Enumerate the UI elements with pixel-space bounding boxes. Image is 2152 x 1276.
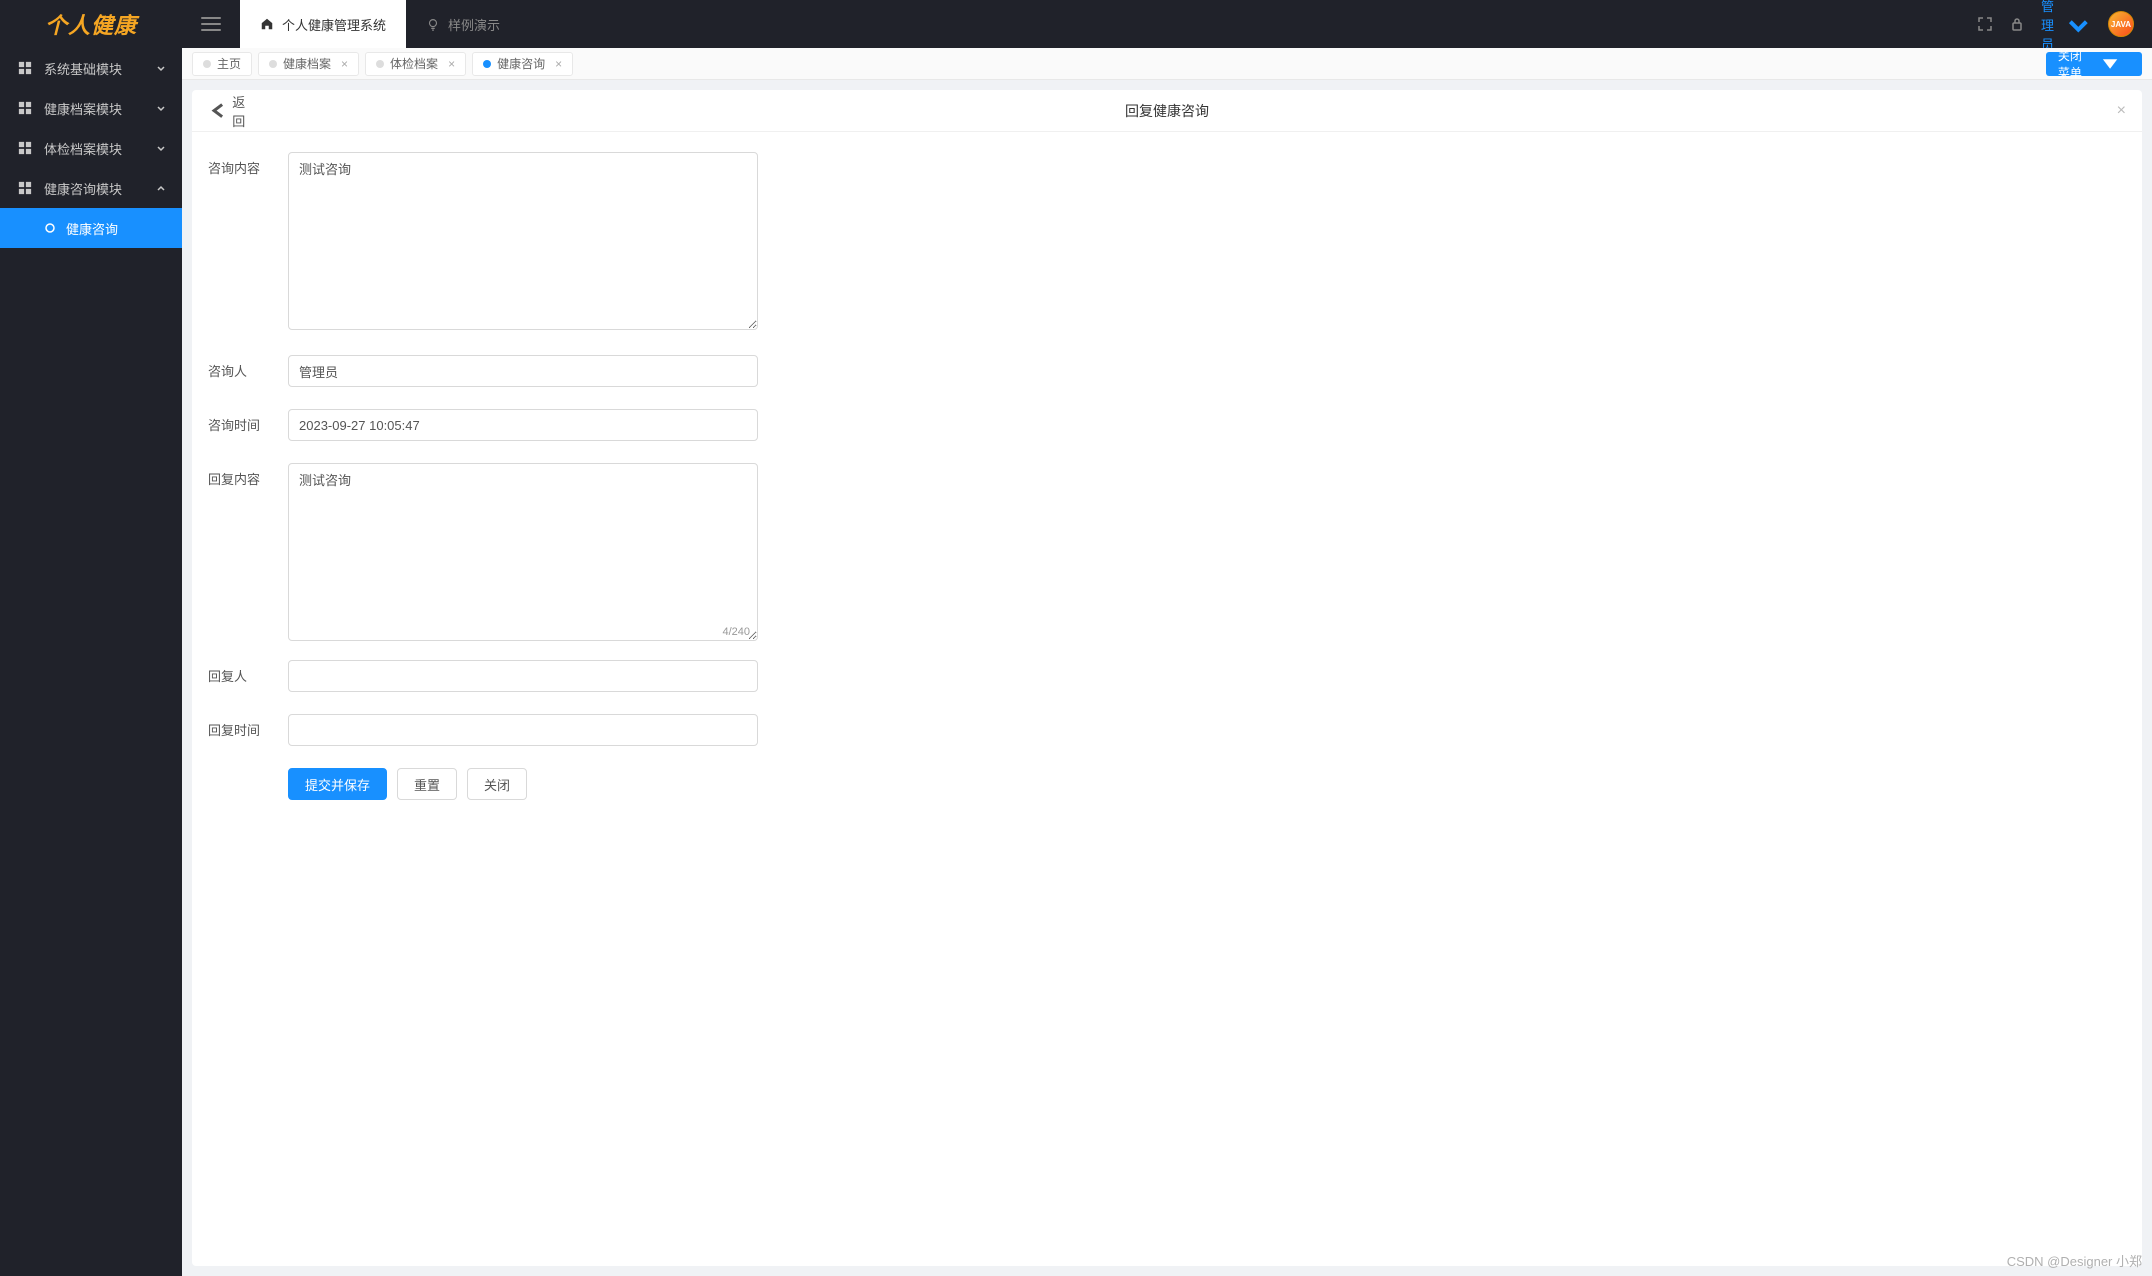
row-consult-person: 咨询人	[208, 355, 2126, 387]
back-button[interactable]: 返回	[208, 92, 246, 130]
consult-content-textarea[interactable]	[288, 152, 758, 330]
bulb-icon	[426, 17, 440, 31]
tab-dot-icon	[376, 60, 384, 68]
header-nav-home[interactable]: 个人健康管理系统	[240, 0, 406, 48]
reply-person-input[interactable]	[288, 660, 758, 692]
avatar-text: JAVA	[2111, 20, 2131, 29]
sidebar-menu: 系统基础模块 健康档案模块 体检档案模块 健康咨询模块 健康咨询	[0, 48, 182, 1276]
sidebar-item-system[interactable]: 系统基础模块	[0, 48, 182, 88]
chevron-up-icon	[156, 183, 166, 193]
row-reply-person: 回复人	[208, 660, 2126, 692]
tab-dot-icon	[203, 60, 211, 68]
chevron-left-icon	[208, 98, 228, 123]
sidebar-item-label: 系统基础模块	[44, 59, 122, 78]
header-nav-demo[interactable]: 样例演示	[406, 0, 520, 48]
tab-dot-icon	[483, 60, 491, 68]
button-row: 提交并保存 重置 关闭	[288, 768, 2126, 800]
row-consult-content: 咨询内容	[208, 152, 2126, 333]
panel-header: 返回 回复健康咨询 ×	[192, 90, 2142, 132]
sidebar-subitem-label: 健康咨询	[66, 219, 118, 238]
tabs-bar: 主页 健康档案 × 体检档案 × 健康咨询 × 关闭菜单	[182, 48, 2152, 80]
row-reply-content: 回复内容 4/240	[208, 463, 2126, 638]
tab-close-icon[interactable]: ×	[448, 57, 455, 71]
tab-close-icon[interactable]: ×	[555, 57, 562, 71]
label-reply-content: 回复内容	[208, 463, 288, 638]
app-root: 个人健康 系统基础模块 健康档案模块 体检档案模块 健康咨询模块	[0, 0, 2152, 1276]
home-icon	[260, 17, 274, 31]
reply-time-input[interactable]	[288, 714, 758, 746]
reset-button[interactable]: 重置	[397, 768, 457, 800]
panel-title: 回复健康咨询	[1125, 101, 1209, 121]
consult-person-input[interactable]	[288, 355, 758, 387]
tab-label: 健康档案	[283, 55, 331, 72]
caret-down-icon	[2065, 11, 2092, 38]
label-consult-person: 咨询人	[208, 355, 288, 387]
lock-icon[interactable]	[2009, 16, 2025, 32]
tab-exam-archive[interactable]: 体检档案 ×	[365, 52, 466, 76]
main-area: 个人健康管理系统 样例演示 管理员 JAVA	[182, 0, 2152, 1276]
watermark-text: CSDN @Designer 小郑	[2007, 1251, 2142, 1270]
user-name-label: 管理员	[2041, 0, 2061, 53]
sidebar-subitem-consult[interactable]: 健康咨询	[0, 208, 182, 248]
sidebar: 个人健康 系统基础模块 健康档案模块 体检档案模块 健康咨询模块	[0, 0, 182, 1276]
grid-icon	[18, 141, 32, 155]
header-nav-label: 个人健康管理系统	[282, 15, 386, 34]
tab-consult[interactable]: 健康咨询 ×	[472, 52, 573, 76]
back-label: 返回	[232, 92, 246, 130]
label-consult-time: 咨询时间	[208, 409, 288, 441]
submit-button[interactable]: 提交并保存	[288, 768, 387, 800]
tab-label: 健康咨询	[497, 55, 545, 72]
tab-home[interactable]: 主页	[192, 52, 252, 76]
row-reply-time: 回复时间	[208, 714, 2126, 746]
grid-icon	[18, 181, 32, 195]
header-nav: 个人健康管理系统 样例演示	[240, 0, 520, 48]
sidebar-item-exam-archive[interactable]: 体检档案模块	[0, 128, 182, 168]
chevron-down-icon	[156, 143, 166, 153]
chevron-down-icon	[156, 63, 166, 73]
tab-label: 主页	[217, 55, 241, 72]
logo: 个人健康	[0, 0, 182, 48]
consult-time-input[interactable]	[288, 409, 758, 441]
caret-down-icon	[2088, 52, 2132, 76]
content-area: 返回 回复健康咨询 × 咨询内容 咨询人	[182, 80, 2152, 1276]
sidebar-item-consult[interactable]: 健康咨询模块	[0, 168, 182, 208]
sidebar-item-label: 体检档案模块	[44, 139, 122, 158]
panel-close-icon[interactable]: ×	[2117, 102, 2126, 120]
reply-content-textarea[interactable]	[288, 463, 758, 641]
grid-icon	[18, 61, 32, 75]
header-right: 管理员 JAVA	[1977, 0, 2152, 53]
hamburger-icon	[201, 17, 221, 31]
tab-label: 体检档案	[390, 55, 438, 72]
user-menu[interactable]: 管理员	[2041, 0, 2092, 53]
header-nav-label: 样例演示	[448, 15, 500, 34]
tab-health-archive[interactable]: 健康档案 ×	[258, 52, 359, 76]
close-menu-button[interactable]: 关闭菜单	[2046, 52, 2142, 76]
tab-close-icon[interactable]: ×	[341, 57, 348, 71]
logo-text: 个人健康	[45, 8, 137, 40]
label-reply-person: 回复人	[208, 660, 288, 692]
avatar[interactable]: JAVA	[2108, 11, 2134, 37]
tab-dot-icon	[269, 60, 277, 68]
row-consult-time: 咨询时间	[208, 409, 2126, 441]
close-menu-label: 关闭菜单	[2056, 47, 2084, 81]
circle-icon	[44, 222, 56, 234]
chevron-down-icon	[156, 103, 166, 113]
close-button[interactable]: 关闭	[467, 768, 527, 800]
top-header: 个人健康管理系统 样例演示 管理员 JAVA	[182, 0, 2152, 48]
menu-toggle-button[interactable]	[182, 0, 240, 48]
grid-icon	[18, 101, 32, 115]
fullscreen-icon[interactable]	[1977, 16, 1993, 32]
form-panel: 返回 回复健康咨询 × 咨询内容 咨询人	[192, 90, 2142, 1266]
sidebar-item-label: 健康档案模块	[44, 99, 122, 118]
label-reply-time: 回复时间	[208, 714, 288, 746]
sidebar-item-health-archive[interactable]: 健康档案模块	[0, 88, 182, 128]
consult-form: 咨询内容 咨询人 咨询时间	[192, 132, 2142, 820]
sidebar-item-label: 健康咨询模块	[44, 179, 122, 198]
label-consult-content: 咨询内容	[208, 152, 288, 333]
